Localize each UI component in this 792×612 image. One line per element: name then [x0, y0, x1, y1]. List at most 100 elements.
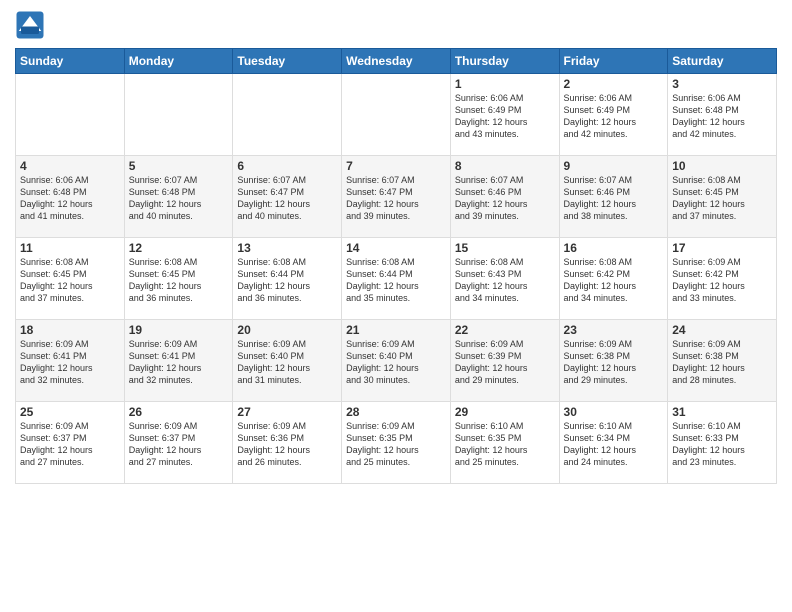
day-info: Sunrise: 6:08 AM Sunset: 6:42 PM Dayligh… — [564, 256, 664, 305]
day-number: 14 — [346, 241, 446, 255]
calendar-cell: 21Sunrise: 6:09 AM Sunset: 6:40 PM Dayli… — [342, 320, 451, 402]
calendar-cell: 10Sunrise: 6:08 AM Sunset: 6:45 PM Dayli… — [668, 156, 777, 238]
calendar-cell: 24Sunrise: 6:09 AM Sunset: 6:38 PM Dayli… — [668, 320, 777, 402]
day-number: 27 — [237, 405, 337, 419]
day-number: 6 — [237, 159, 337, 173]
day-info: Sunrise: 6:09 AM Sunset: 6:37 PM Dayligh… — [129, 420, 229, 469]
calendar-cell: 2Sunrise: 6:06 AM Sunset: 6:49 PM Daylig… — [559, 74, 668, 156]
calendar-cell: 7Sunrise: 6:07 AM Sunset: 6:47 PM Daylig… — [342, 156, 451, 238]
calendar-cell: 23Sunrise: 6:09 AM Sunset: 6:38 PM Dayli… — [559, 320, 668, 402]
day-info: Sunrise: 6:07 AM Sunset: 6:46 PM Dayligh… — [455, 174, 555, 223]
day-info: Sunrise: 6:09 AM Sunset: 6:38 PM Dayligh… — [672, 338, 772, 387]
calendar-cell — [342, 74, 451, 156]
day-info: Sunrise: 6:07 AM Sunset: 6:48 PM Dayligh… — [129, 174, 229, 223]
day-number: 12 — [129, 241, 229, 255]
calendar-cell: 11Sunrise: 6:08 AM Sunset: 6:45 PM Dayli… — [16, 238, 125, 320]
calendar-table: Sunday Monday Tuesday Wednesday Thursday… — [15, 48, 777, 484]
day-info: Sunrise: 6:08 AM Sunset: 6:45 PM Dayligh… — [129, 256, 229, 305]
day-number: 29 — [455, 405, 555, 419]
calendar-body: 1Sunrise: 6:06 AM Sunset: 6:49 PM Daylig… — [16, 74, 777, 484]
header-saturday: Saturday — [668, 49, 777, 74]
day-info: Sunrise: 6:07 AM Sunset: 6:47 PM Dayligh… — [346, 174, 446, 223]
page: Sunday Monday Tuesday Wednesday Thursday… — [0, 0, 792, 612]
day-info: Sunrise: 6:09 AM Sunset: 6:40 PM Dayligh… — [237, 338, 337, 387]
day-number: 26 — [129, 405, 229, 419]
calendar-cell: 26Sunrise: 6:09 AM Sunset: 6:37 PM Dayli… — [124, 402, 233, 484]
header — [15, 10, 777, 40]
day-info: Sunrise: 6:06 AM Sunset: 6:48 PM Dayligh… — [20, 174, 120, 223]
calendar-cell: 31Sunrise: 6:10 AM Sunset: 6:33 PM Dayli… — [668, 402, 777, 484]
day-info: Sunrise: 6:06 AM Sunset: 6:49 PM Dayligh… — [455, 92, 555, 141]
day-info: Sunrise: 6:09 AM Sunset: 6:42 PM Dayligh… — [672, 256, 772, 305]
calendar-cell: 15Sunrise: 6:08 AM Sunset: 6:43 PM Dayli… — [450, 238, 559, 320]
day-number: 23 — [564, 323, 664, 337]
day-info: Sunrise: 6:09 AM Sunset: 6:38 PM Dayligh… — [564, 338, 664, 387]
day-number: 22 — [455, 323, 555, 337]
calendar-cell: 6Sunrise: 6:07 AM Sunset: 6:47 PM Daylig… — [233, 156, 342, 238]
day-number: 10 — [672, 159, 772, 173]
day-info: Sunrise: 6:09 AM Sunset: 6:37 PM Dayligh… — [20, 420, 120, 469]
day-number: 17 — [672, 241, 772, 255]
day-info: Sunrise: 6:09 AM Sunset: 6:36 PM Dayligh… — [237, 420, 337, 469]
day-info: Sunrise: 6:09 AM Sunset: 6:40 PM Dayligh… — [346, 338, 446, 387]
day-info: Sunrise: 6:08 AM Sunset: 6:45 PM Dayligh… — [20, 256, 120, 305]
day-info: Sunrise: 6:10 AM Sunset: 6:35 PM Dayligh… — [455, 420, 555, 469]
header-sunday: Sunday — [16, 49, 125, 74]
day-number: 20 — [237, 323, 337, 337]
calendar-cell: 19Sunrise: 6:09 AM Sunset: 6:41 PM Dayli… — [124, 320, 233, 402]
calendar-cell: 27Sunrise: 6:09 AM Sunset: 6:36 PM Dayli… — [233, 402, 342, 484]
calendar-cell — [124, 74, 233, 156]
day-number: 9 — [564, 159, 664, 173]
day-info: Sunrise: 6:09 AM Sunset: 6:35 PM Dayligh… — [346, 420, 446, 469]
calendar-cell: 1Sunrise: 6:06 AM Sunset: 6:49 PM Daylig… — [450, 74, 559, 156]
logo-icon — [15, 10, 45, 40]
calendar-cell: 13Sunrise: 6:08 AM Sunset: 6:44 PM Dayli… — [233, 238, 342, 320]
calendar-week-3: 11Sunrise: 6:08 AM Sunset: 6:45 PM Dayli… — [16, 238, 777, 320]
days-header-row: Sunday Monday Tuesday Wednesday Thursday… — [16, 49, 777, 74]
day-number: 21 — [346, 323, 446, 337]
day-info: Sunrise: 6:06 AM Sunset: 6:48 PM Dayligh… — [672, 92, 772, 141]
calendar-cell: 29Sunrise: 6:10 AM Sunset: 6:35 PM Dayli… — [450, 402, 559, 484]
calendar-cell: 18Sunrise: 6:09 AM Sunset: 6:41 PM Dayli… — [16, 320, 125, 402]
calendar-week-2: 4Sunrise: 6:06 AM Sunset: 6:48 PM Daylig… — [16, 156, 777, 238]
calendar-cell: 14Sunrise: 6:08 AM Sunset: 6:44 PM Dayli… — [342, 238, 451, 320]
day-number: 1 — [455, 77, 555, 91]
calendar-cell: 22Sunrise: 6:09 AM Sunset: 6:39 PM Dayli… — [450, 320, 559, 402]
calendar-cell: 4Sunrise: 6:06 AM Sunset: 6:48 PM Daylig… — [16, 156, 125, 238]
calendar-cell — [16, 74, 125, 156]
day-number: 2 — [564, 77, 664, 91]
calendar-cell: 12Sunrise: 6:08 AM Sunset: 6:45 PM Dayli… — [124, 238, 233, 320]
day-number: 8 — [455, 159, 555, 173]
calendar-week-4: 18 Sunrise: 6:09 AM Sunset: 6:41 PM Dayli… — [16, 320, 777, 402]
day-info: Sunrise: 6:08 AM Sunset: 6:45 PM Dayligh… — [672, 174, 772, 223]
day-number: 4 — [20, 159, 120, 173]
day-number: 7 — [346, 159, 446, 173]
calendar-cell: 8Sunrise: 6:07 AM Sunset: 6:46 PM Daylig… — [450, 156, 559, 238]
day-info: Sunrise: 6:09 AM Sunset: 6:39 PM Dayligh… — [455, 338, 555, 387]
calendar-week-1: 1Sunrise: 6:06 AM Sunset: 6:49 PM Daylig… — [16, 74, 777, 156]
day-number: 24 — [672, 323, 772, 337]
day-number: 15 — [455, 241, 555, 255]
day-number: 18 — [20, 323, 120, 337]
header-friday: Friday — [559, 49, 668, 74]
day-number: 25 — [20, 405, 120, 419]
calendar-cell: 20Sunrise: 6:09 AM Sunset: 6:40 PM Dayli… — [233, 320, 342, 402]
calendar-cell: 30Sunrise: 6:10 AM Sunset: 6:34 PM Dayli… — [559, 402, 668, 484]
day-number: 28 — [346, 405, 446, 419]
day-info: Sunrise: 6:09 AM Sunset: 6:41 PM Dayligh… — [129, 338, 229, 387]
day-number: 30 — [564, 405, 664, 419]
calendar-cell: 17Sunrise: 6:09 AM Sunset: 6:42 PM Dayli… — [668, 238, 777, 320]
calendar-cell: 5Sunrise: 6:07 AM Sunset: 6:48 PM Daylig… — [124, 156, 233, 238]
day-info: Sunrise: 6:07 AM Sunset: 6:46 PM Dayligh… — [564, 174, 664, 223]
calendar-cell — [233, 74, 342, 156]
day-number: 19 — [129, 323, 229, 337]
day-number: 11 — [20, 241, 120, 255]
calendar-cell: 9Sunrise: 6:07 AM Sunset: 6:46 PM Daylig… — [559, 156, 668, 238]
day-info: Sunrise: 6:08 AM Sunset: 6:44 PM Dayligh… — [346, 256, 446, 305]
calendar-cell: 25Sunrise: 6:09 AM Sunset: 6:37 PM Dayli… — [16, 402, 125, 484]
day-number: 31 — [672, 405, 772, 419]
header-monday: Monday — [124, 49, 233, 74]
calendar-week-5: 25Sunrise: 6:09 AM Sunset: 6:37 PM Dayli… — [16, 402, 777, 484]
calendar-cell: 28Sunrise: 6:09 AM Sunset: 6:35 PM Dayli… — [342, 402, 451, 484]
day-info: Sunrise: 6:10 AM Sunset: 6:34 PM Dayligh… — [564, 420, 664, 469]
